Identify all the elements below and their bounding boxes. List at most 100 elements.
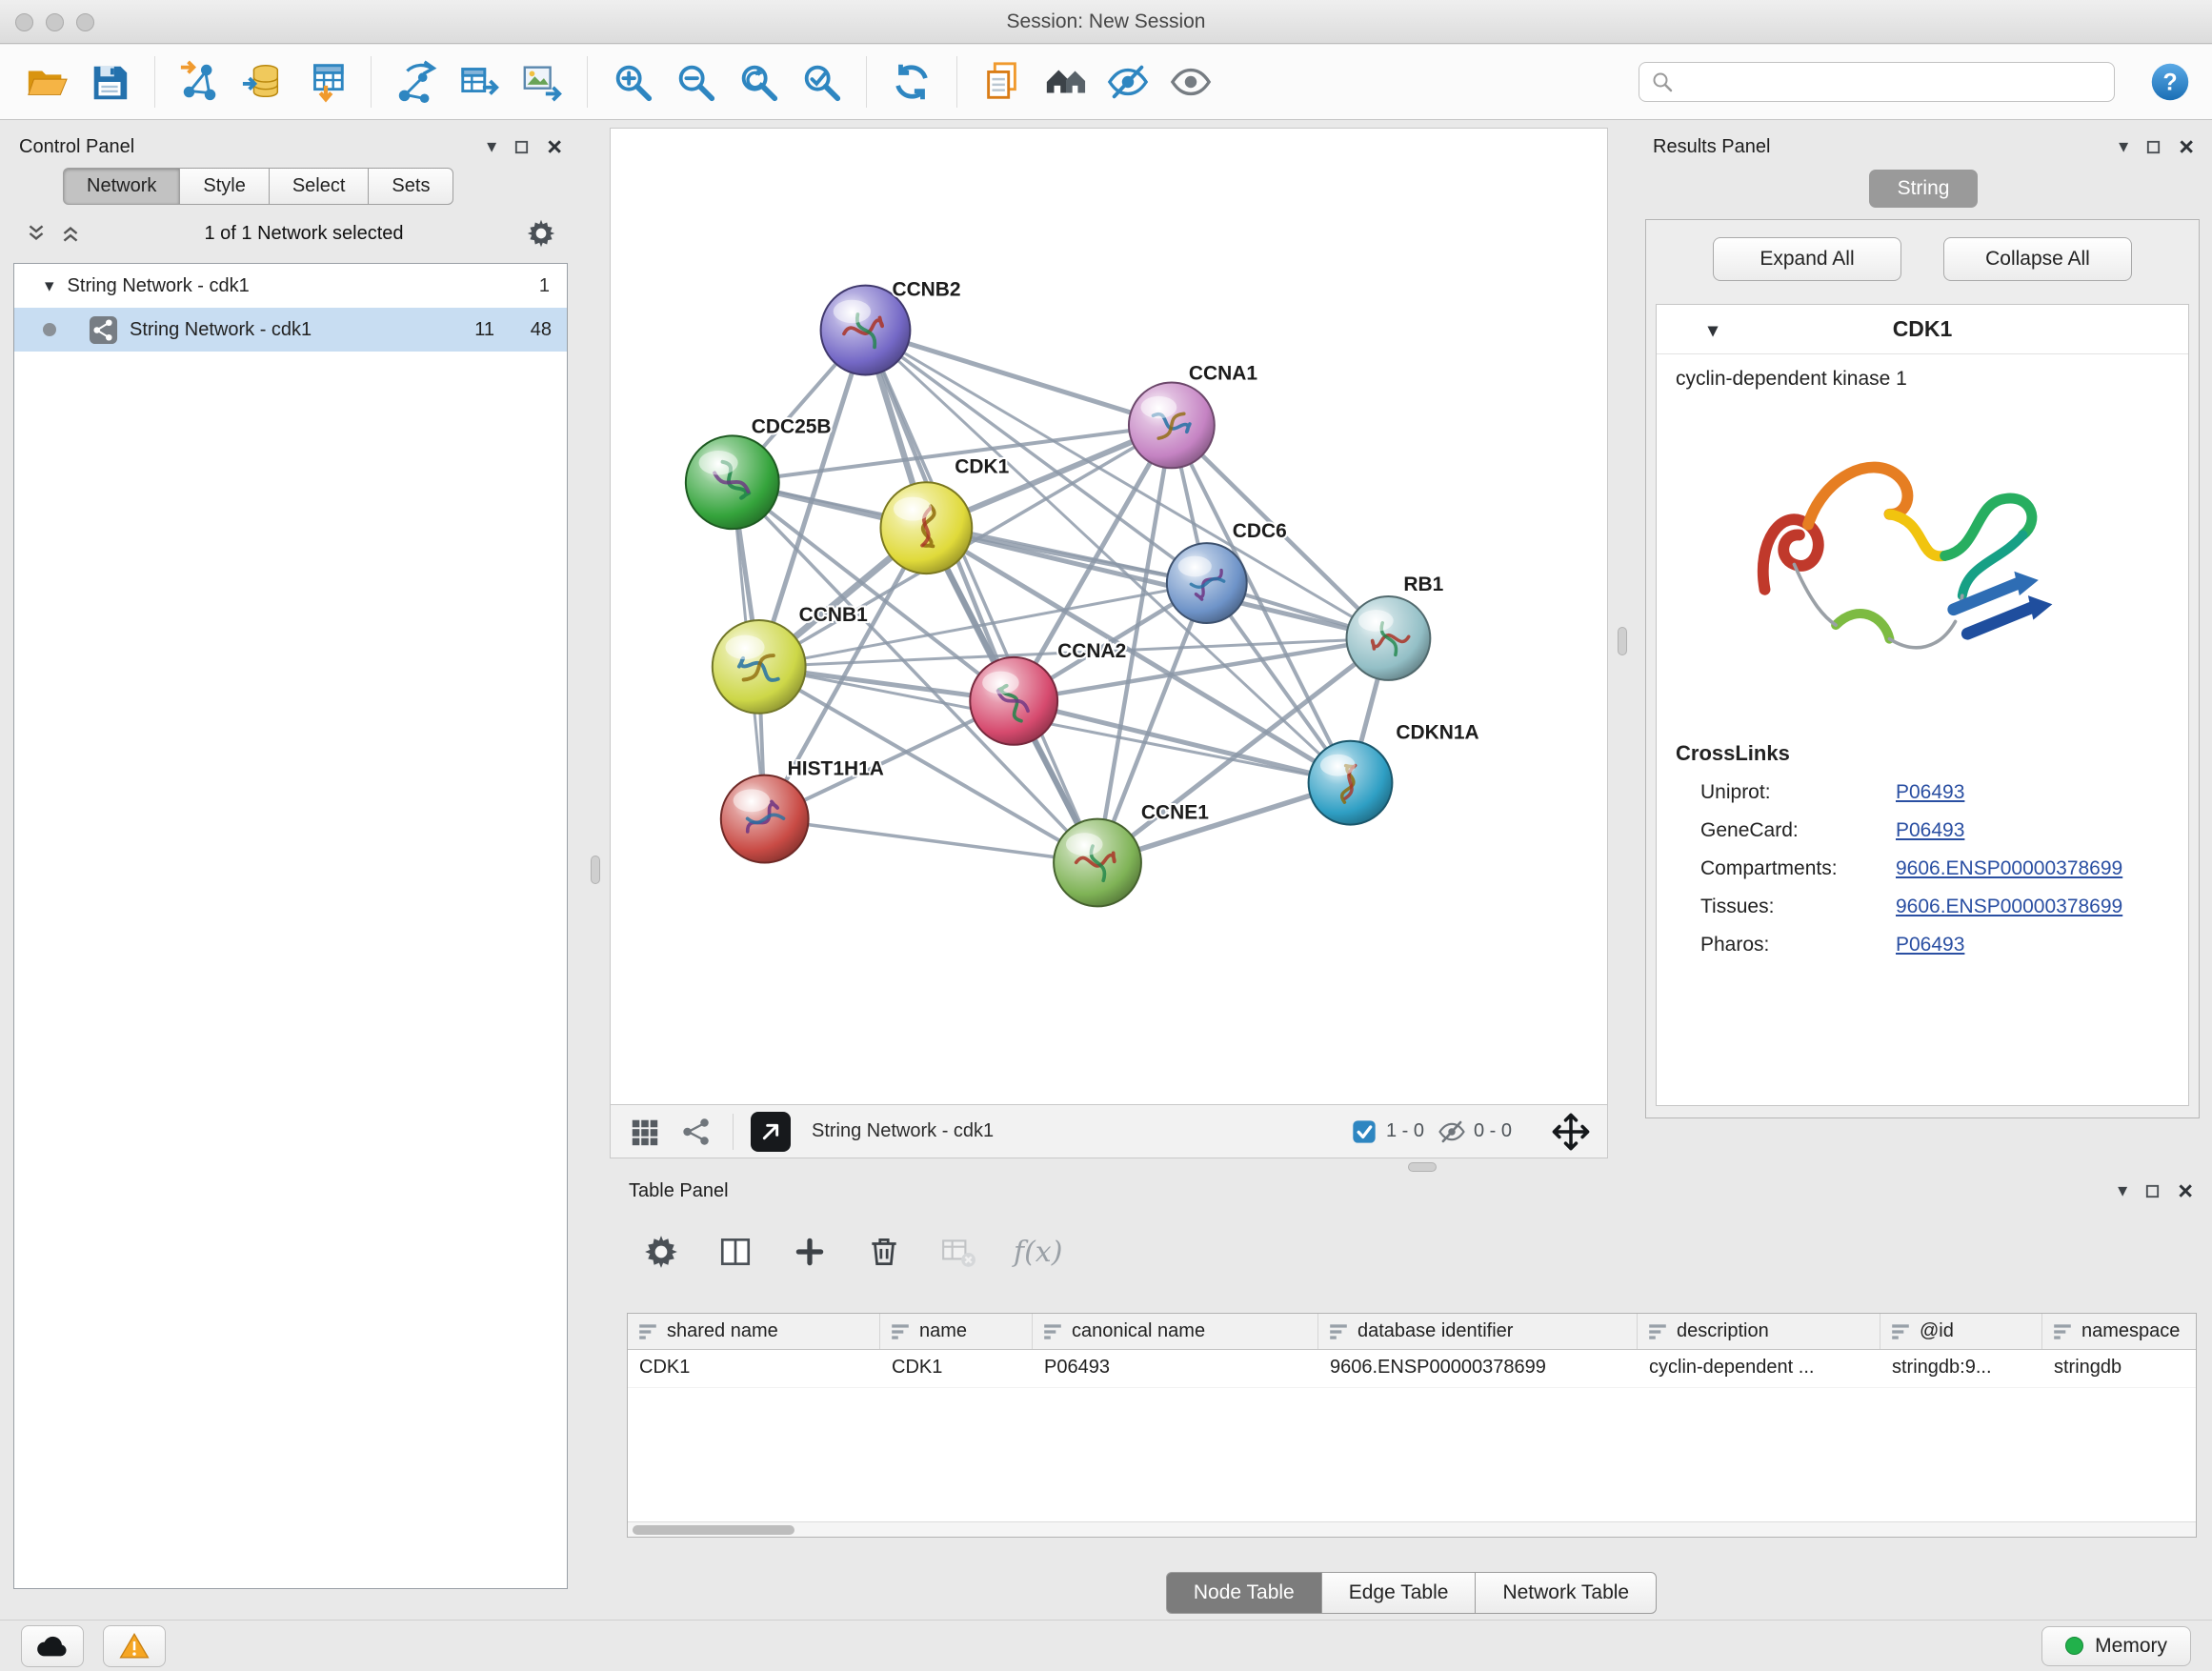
panel-close-icon[interactable]: × (2178, 1178, 2193, 1204)
export-image-button[interactable] (514, 53, 570, 111)
search-input[interactable] (1681, 71, 2102, 93)
tab-select[interactable]: Select (269, 168, 370, 205)
section-collapse-icon[interactable]: ▾ (1708, 318, 1718, 342)
panel-float-icon[interactable] (513, 139, 530, 155)
open-session-button[interactable] (19, 53, 74, 111)
hidden-eye-slash-icon[interactable] (1438, 1117, 1466, 1146)
zoom-selected-button[interactable] (794, 53, 849, 111)
column-header-description[interactable]: description (1638, 1314, 1880, 1349)
collapse-all-icon[interactable] (25, 222, 48, 245)
toolbar-separator (154, 56, 155, 108)
zoom-in-button[interactable] (605, 53, 660, 111)
network-node-CCNE1[interactable] (1054, 819, 1141, 907)
expand-all-icon[interactable] (59, 222, 82, 245)
panel-menu-icon[interactable]: ▾ (2119, 137, 2128, 156)
splitter-handle-left[interactable] (591, 856, 600, 884)
zoom-fit-button[interactable] (731, 53, 786, 111)
tab-network-table[interactable]: Network Table (1475, 1572, 1657, 1614)
save-session-button[interactable] (82, 53, 137, 111)
selected-checkbox-icon[interactable] (1350, 1117, 1378, 1146)
expand-all-button[interactable]: Expand All (1713, 237, 1901, 281)
grid-view-icon[interactable] (626, 1113, 664, 1151)
tree-expand-icon[interactable]: ▾ (45, 275, 54, 297)
tab-node-table[interactable]: Node Table (1166, 1572, 1322, 1614)
crosslink-value-link[interactable]: P06493 (1896, 819, 1964, 842)
refresh-network-button[interactable] (884, 53, 939, 111)
column-header-shared-name[interactable]: shared name (628, 1314, 880, 1349)
add-column-icon[interactable] (791, 1233, 829, 1271)
network-collection-row[interactable]: ▾ String Network - cdk1 1 (14, 264, 567, 308)
network-node-CCNA2[interactable] (970, 657, 1057, 745)
crosslink-value-link[interactable]: P06493 (1896, 781, 1964, 804)
network-node-HIST1H1A[interactable] (721, 775, 809, 863)
tab-sets[interactable]: Sets (368, 168, 453, 205)
crosslink-value-link[interactable]: 9606.ENSP00000378699 (1896, 857, 2122, 880)
tab-edge-table[interactable]: Edge Table (1321, 1572, 1477, 1614)
minimize-window-button[interactable] (46, 13, 64, 31)
delete-column-icon[interactable] (865, 1233, 903, 1271)
panel-close-icon[interactable]: × (2179, 134, 2194, 160)
table-cell[interactable]: P06493 (1033, 1350, 1318, 1387)
column-header-canonical-name[interactable]: canonical name (1033, 1314, 1318, 1349)
table-cell[interactable]: stringdb (2042, 1350, 2197, 1387)
protein-section-header[interactable]: ▾ CDK1 (1657, 305, 2188, 354)
import-network-file-button[interactable] (172, 53, 228, 111)
network-node-CDC25B[interactable] (686, 435, 779, 529)
panel-float-icon[interactable] (2145, 139, 2162, 155)
column-header-namespace[interactable]: namespace (2042, 1314, 2197, 1349)
crosslink-value-link[interactable]: P06493 (1896, 934, 1964, 956)
tab-string[interactable]: String (1869, 170, 1978, 208)
panel-menu-icon[interactable]: ▾ (487, 137, 496, 156)
network-node-RB1[interactable] (1347, 596, 1431, 680)
share-network-icon[interactable] (677, 1113, 715, 1151)
table-cell[interactable]: CDK1 (628, 1350, 880, 1387)
table-cell[interactable]: CDK1 (880, 1350, 1033, 1387)
zoom-out-button[interactable] (668, 53, 723, 111)
network-node-CDKN1A[interactable] (1309, 741, 1393, 825)
splitter-handle-bottom[interactable] (1408, 1162, 1437, 1172)
scrollbar-thumb[interactable] (633, 1525, 794, 1535)
network-node-CCNA1[interactable] (1129, 382, 1215, 468)
tab-network[interactable]: Network (63, 168, 180, 205)
tab-style[interactable]: Style (179, 168, 269, 205)
network-options-gear-icon[interactable] (526, 218, 556, 249)
export-table-button[interactable] (452, 53, 507, 111)
column-header-name[interactable]: name (880, 1314, 1033, 1349)
collapse-all-button[interactable]: Collapse All (1943, 237, 2132, 281)
import-table-button[interactable] (298, 53, 353, 111)
hide-selected-button[interactable] (1100, 53, 1156, 111)
table-cell[interactable]: stringdb:9... (1880, 1350, 2042, 1387)
open-in-new-icon[interactable] (751, 1112, 791, 1152)
column-header--id[interactable]: @id (1880, 1314, 2042, 1349)
column-header-database-identifier[interactable]: database identifier (1318, 1314, 1638, 1349)
table-settings-gear-icon[interactable] (642, 1233, 680, 1271)
network-row-selected[interactable]: String Network - cdk1 11 48 (14, 308, 567, 352)
table-row[interactable]: CDK1CDK1P064939606.ENSP00000378699cyclin… (628, 1350, 2196, 1388)
memory-button[interactable]: Memory (2041, 1626, 2191, 1666)
network-node-CCNB1[interactable] (713, 620, 806, 714)
network-node-CDC6[interactable] (1167, 543, 1247, 623)
panel-menu-icon[interactable]: ▾ (2118, 1181, 2127, 1200)
splitter-handle-right[interactable] (1618, 627, 1627, 655)
crosslink-value-link[interactable]: 9606.ENSP00000378699 (1896, 896, 2122, 918)
table-cell[interactable]: cyclin-dependent ... (1638, 1350, 1880, 1387)
export-network-button[interactable] (389, 53, 444, 111)
home-button[interactable] (1037, 53, 1093, 111)
cloud-status-button[interactable] (21, 1625, 84, 1667)
show-all-button[interactable] (1163, 53, 1218, 111)
import-network-database-button[interactable] (235, 53, 291, 111)
table-cell[interactable]: 9606.ENSP00000378699 (1318, 1350, 1638, 1387)
help-button[interactable]: ? (2147, 59, 2193, 105)
svg-text:?: ? (2162, 70, 2177, 95)
network-canvas[interactable]: CCNB2CCNA1CDC25BCDK1CDC6RB1CCNB1CCNA2CDK… (610, 128, 1608, 1105)
zoom-window-button[interactable] (76, 13, 94, 31)
pan-move-icon[interactable] (1550, 1111, 1592, 1153)
panel-float-icon[interactable] (2144, 1183, 2161, 1199)
close-window-button[interactable] (15, 13, 33, 31)
show-columns-icon[interactable] (716, 1233, 754, 1271)
document-copy-button[interactable] (975, 53, 1030, 111)
network-graph[interactable]: CCNB2CCNA1CDC25BCDK1CDC6RB1CCNB1CCNA2CDK… (611, 129, 1607, 1104)
panel-close-icon[interactable]: × (547, 134, 562, 160)
network-node-CDK1[interactable] (880, 482, 972, 574)
warnings-button[interactable] (103, 1625, 166, 1667)
